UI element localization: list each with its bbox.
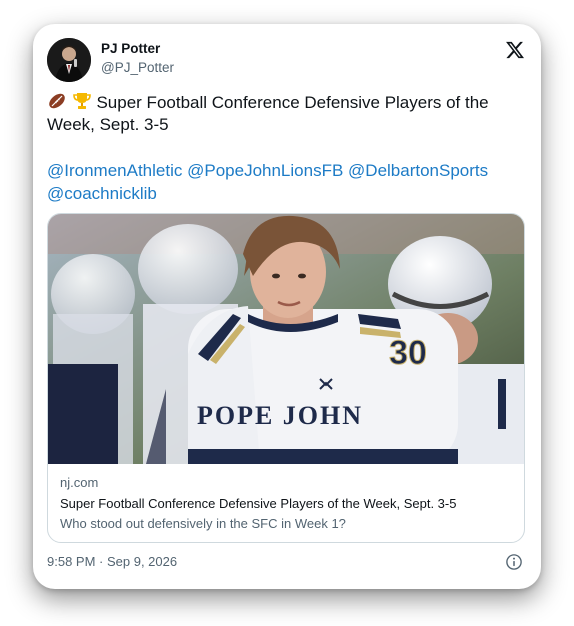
jersey-lettering: POPE JOHN (197, 401, 363, 430)
link-preview-meta: nj.com Super Football Conference Defensi… (60, 474, 512, 534)
tweet-timestamp[interactable]: 9:58 PM · Sep 9, 2026 (47, 554, 177, 569)
author-names: PJ Potter @PJ_Potter (101, 40, 174, 78)
link-domain: nj.com (60, 475, 99, 490)
mention-link[interactable]: @DelbartonSports (348, 161, 488, 180)
tweet-header: PJ Potter @PJ_Potter (47, 38, 527, 82)
link-preview-card[interactable]: POPE JOHN 30 nj.com Super Football Confe… (47, 213, 525, 543)
link-preview-image: POPE JOHN 30 (48, 214, 524, 464)
mention-link[interactable]: @coachnicklib (47, 184, 157, 203)
avatar-photo (47, 38, 91, 82)
tweet-footer: 9:58 PM · Sep 9, 2026 (47, 552, 527, 572)
x-logo-icon[interactable] (505, 40, 525, 60)
mention-link[interactable]: @PopeJohnLionsFB (187, 161, 343, 180)
author-display-name[interactable]: PJ Potter (101, 40, 174, 58)
author-handle[interactable]: @PJ_Potter (101, 58, 174, 78)
mention-link[interactable]: @IronmenAthletic (47, 161, 182, 180)
tweet-text: Super Football Conference Defensive Play… (47, 91, 531, 136)
trophy-emoji (72, 93, 91, 109)
football-emoji (49, 93, 65, 109)
link-title: Super Football Conference Defensive Play… (60, 496, 457, 511)
jersey-number: 30 (389, 334, 427, 372)
tweet-mentions: @IronmenAthletic @PopeJohnLionsFB @Delba… (47, 159, 531, 205)
info-icon[interactable] (505, 553, 523, 571)
tweet-card[interactable]: PJ Potter @PJ_Potter Super Football Conf… (33, 24, 541, 589)
tweet-text-body: Super Football Conference Defensive Play… (47, 93, 489, 134)
avatar[interactable] (47, 38, 91, 82)
link-description: Who stood out defensively in the SFC in … (60, 516, 346, 531)
